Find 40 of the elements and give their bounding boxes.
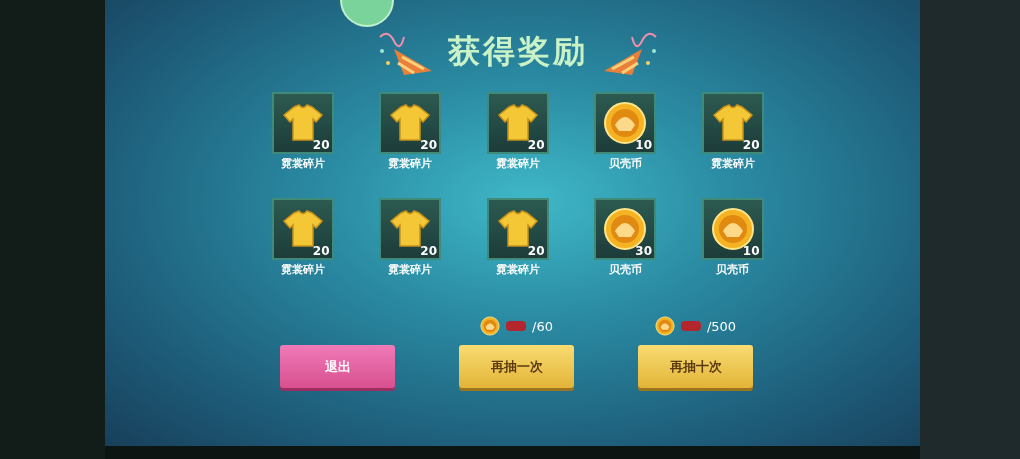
reward-tile[interactable]: 10 [594, 92, 656, 154]
reward-title: 获得奖励 [447, 31, 588, 72]
item-name: 霓裳碎片 [495, 156, 540, 171]
reward-tile[interactable]: 20 [486, 92, 549, 154]
item-count: 20 [527, 138, 545, 152]
item-name: 霓裳碎片 [388, 262, 432, 277]
item-count: 20 [312, 244, 330, 258]
coin-icon [654, 316, 675, 336]
cost-text: /60 [532, 318, 553, 334]
reward-tile[interactable]: 20 [701, 92, 764, 154]
item-name: 霓裳碎片 [710, 156, 755, 171]
draw-button[interactable]: 再抽十次 [638, 345, 753, 388]
item-name: 霓裳碎片 [495, 262, 540, 277]
reward-tile[interactable]: 20 [379, 92, 441, 154]
item-count: 10 [742, 244, 760, 258]
item-name: 贝壳币 [608, 156, 642, 171]
item-name: 霓裳碎片 [280, 156, 325, 171]
balloon-icon [339, 0, 395, 28]
item-count: 10 [635, 138, 652, 152]
hidden-number-mark [680, 321, 701, 331]
reward-tile[interactable]: 20 [271, 92, 334, 154]
cost-text: /500 [706, 318, 737, 334]
reward-tile[interactable]: 10 [701, 198, 764, 260]
item-count: 20 [742, 138, 760, 152]
item-count: 20 [420, 244, 437, 258]
item-name: 霓裳碎片 [388, 156, 432, 171]
reward-tile[interactable]: 30 [594, 198, 656, 260]
draw-button[interactable]: 再抽一次 [459, 345, 574, 388]
item-count: 20 [420, 138, 437, 152]
item-name: 贝壳币 [608, 262, 642, 277]
item-name: 霓裳碎片 [280, 262, 325, 277]
item-count: 20 [312, 138, 330, 152]
reward-tile[interactable]: 20 [486, 198, 549, 260]
item-count: 30 [635, 244, 652, 258]
hidden-number-mark [506, 321, 527, 331]
item-name: 贝壳币 [716, 262, 749, 277]
coin-icon [480, 316, 501, 336]
reward-tile[interactable]: 20 [379, 198, 441, 260]
item-count: 20 [527, 244, 545, 258]
reward-tile[interactable]: 20 [271, 198, 334, 260]
